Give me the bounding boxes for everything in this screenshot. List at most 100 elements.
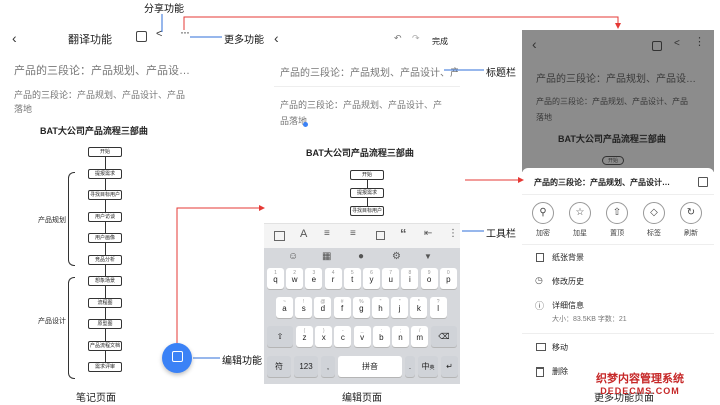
lang-key[interactable]: 中英 [418,356,438,377]
section-label-design: 产品设计 [38,318,66,325]
watermark-line2: DEDECMS.COM [600,386,680,396]
back-icon[interactable]: ‹ [12,30,17,46]
key-g[interactable]: % g [352,297,370,318]
space-key[interactable]: 拼音 [338,356,402,377]
flow-box: 寻找目标用户 [350,206,384,216]
shift-key[interactable]: ⇧ [267,326,293,347]
back-icon[interactable]: ‹ [274,30,279,46]
annotation-edit: 编辑功能 [222,356,262,367]
key-letter: r [331,275,335,284]
edit-fab[interactable] [162,343,192,373]
done-button[interactable]: 完成 [432,36,448,47]
pin-top-icon: ⇧ [606,202,628,224]
doc-heading: BAT大公司产品流程三部曲 [40,126,148,136]
key-v[interactable]: _ v [353,326,371,347]
image-icon[interactable] [274,231,285,241]
key-h[interactable]: " h [372,297,389,318]
key-f[interactable]: # f [333,297,351,318]
action-pin[interactable]: ⇧ 置顶 [600,202,634,238]
key-a[interactable]: ~ a [276,297,293,318]
annotation-toolbar: 工具栏 [486,229,516,240]
key-t[interactable]: 5t [343,268,361,289]
history-icon: ◷ [535,275,543,285]
key-o[interactable]: 9o [420,268,438,289]
flow-connector [367,179,368,188]
key-d[interactable]: @ d [314,297,332,318]
key-letter: a [282,304,287,313]
key-q[interactable]: 1q [267,268,284,289]
emoji-icon[interactable]: ☺ [288,251,298,262]
doc-heading: BAT大公司产品流程三部曲 [306,148,414,158]
action-refresh[interactable]: ↻ 刷新 [674,202,708,238]
menu-history[interactable]: ◷ 修改历史 [522,274,714,290]
text-cursor-handle[interactable] [303,122,308,127]
dimmed-background[interactable]: ‹ < ⋮ 产品的三段论：产品规划、产品设… 产品的三段论：产品规划、产品设计、… [522,30,714,172]
key-y[interactable]: 6y [363,268,380,289]
key-j[interactable]: " j [391,297,409,318]
more-tools-icon[interactable]: ⋮ [448,228,458,239]
collapse-keyboard-icon[interactable]: ▼ [424,252,432,261]
more-bottom-sheet: 产品的三段论：产品规划、产品设计… ⚲ 加密 ☆ 加星 ⇧ 置顶 ◇ 标签 ↻ … [522,168,714,384]
key-m[interactable]: / m [411,326,429,347]
info-icon: ⓘ [535,301,545,311]
key-letter: m [416,333,424,342]
action-pin-label: 置顶 [610,230,624,237]
folder-icon [536,343,546,351]
more-icon[interactable]: ··· [180,25,190,39]
key-w[interactable]: 2w [286,268,304,289]
bg-body-line2: 落地 [536,113,552,122]
key-i[interactable]: 8i [401,268,419,289]
menu-move[interactable]: 移动 [522,340,714,356]
period-key[interactable]: . [405,356,415,377]
share-icon[interactable]: < [156,28,162,40]
menu-detail[interactable]: ⓘ 详细信息 大小：83.5KB 字数：21 [522,299,714,331]
backspace-key[interactable]: ⌫ [431,326,457,347]
brace-planning [68,172,75,266]
key-letter: i [409,275,411,284]
key-x[interactable]: ) x [315,326,333,347]
delete-label: 删除 [552,367,568,376]
action-star-label: 加星 [573,230,587,237]
quote-icon[interactable]: “ [400,226,407,241]
action-encrypt[interactable]: ⚲ 加密 [526,202,560,238]
action-star[interactable]: ☆ 加星 [563,202,597,238]
mic-icon[interactable]: ● [358,251,364,262]
key-p[interactable]: 0p [439,268,457,289]
key-s[interactable]: ! s [295,297,313,318]
symbol-key[interactable]: 符 [267,356,291,377]
number-key[interactable]: 123 [294,356,318,377]
settings-icon[interactable]: ⚙ [392,251,401,262]
key-l[interactable]: ? l [429,297,447,318]
checkbox-icon[interactable] [376,231,385,240]
key-letter: g [359,304,364,313]
menu-paper-background[interactable]: 纸张背景 [522,250,714,266]
translate-label[interactable]: 翻译功能 [68,31,112,47]
text-format-icon[interactable]: A [300,228,307,240]
translate-icon[interactable] [136,31,147,42]
edit-title-icon[interactable] [698,177,708,187]
key-letter: c [340,333,345,342]
numbered-list-icon[interactable]: ≡ [350,228,356,239]
key-e[interactable]: 3e [305,268,323,289]
action-tag[interactable]: ◇ 标签 [637,202,671,238]
bullet-list-icon[interactable]: ≡ [324,228,330,239]
key-r[interactable]: 4r [324,268,342,289]
key-letter: x [321,333,326,342]
key-letter: f [340,304,344,313]
enter-key[interactable]: ↵ [441,356,458,377]
comma-key[interactable]: , [321,356,335,377]
keyboard-icon[interactable]: ▦ [322,251,331,262]
key-z[interactable]: (z [296,326,313,347]
key-c[interactable]: -c [334,326,352,347]
key-k[interactable]: * k [410,297,428,318]
redo-icon[interactable]: ↷ [412,33,420,44]
bg-doc-heading: BAT大公司产品流程三部曲 [558,134,666,144]
key-b[interactable]: :b [372,326,390,347]
key-letter: j [398,304,401,313]
key-u[interactable]: 7u [382,268,400,289]
edit-body-line1[interactable]: 产品的三段论：产品规划、产品设计、产 [280,98,442,111]
edit-title[interactable]: 产品的三段论：产品规划、产品设计、产 [280,64,458,79]
key-n[interactable]: ; n [392,326,409,347]
undo-icon[interactable]: ↶ [394,33,402,44]
indent-icon[interactable]: ⇤ [424,228,432,239]
